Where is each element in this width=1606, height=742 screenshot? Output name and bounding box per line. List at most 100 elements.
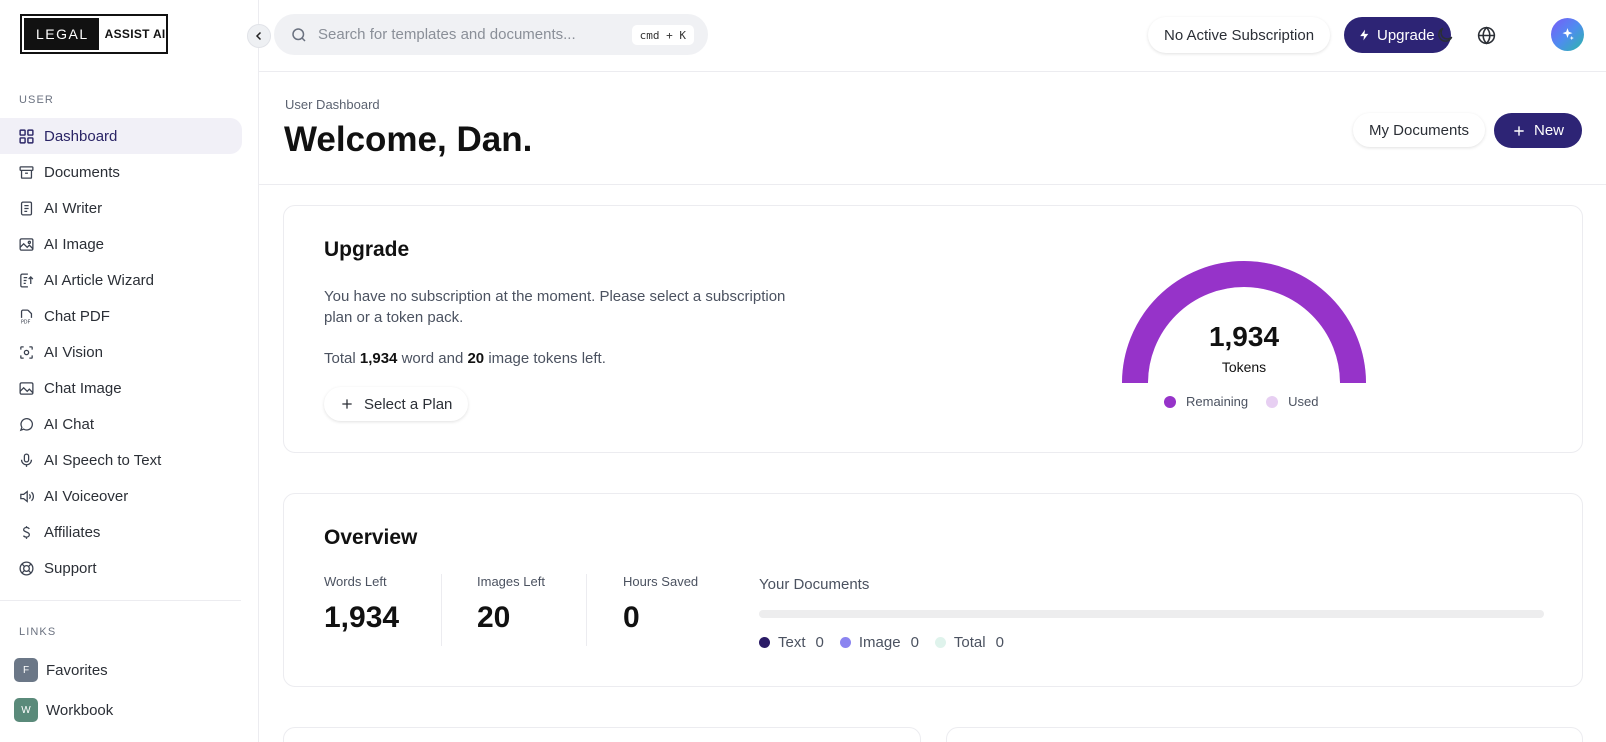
article-icon [20, 272, 34, 288]
sidebar-item-ai-speech-to-text[interactable]: AI Speech to Text [0, 442, 242, 478]
sidebar-item-documents[interactable]: Documents [0, 154, 242, 190]
legend-text-label: Text [778, 634, 806, 651]
stat-hours-saved: Hours Saved 0 [623, 574, 698, 635]
sidebar-item-label: AI Vision [44, 343, 103, 361]
sidebar-item-ai-image[interactable]: AI Image [0, 226, 242, 262]
legend-image-value: 0 [910, 634, 919, 651]
sidebar-item-label: AI Writer [44, 199, 103, 217]
stat-words-left: Words Left 1,934 [324, 574, 399, 635]
dollar-icon [22, 525, 30, 539]
sidebar-item-dashboard[interactable]: Dashboard [0, 118, 242, 154]
upgrade-description: You have no subscription at the moment. … [324, 288, 786, 326]
gauge-label: Tokens [1221, 359, 1267, 375]
sidebar: LEGAL ASSIST AI USER Dashboard Documents… [0, 0, 259, 742]
stat-label: Words Left [324, 574, 387, 589]
gauge-legend: Remaining Used [1164, 394, 1319, 409]
sidebar-item-chat-image[interactable]: Chat Image [0, 370, 242, 406]
bottom-card-left [283, 727, 921, 742]
new-button[interactable]: New [1494, 113, 1582, 148]
word-tokens-count: 1,934 [359, 350, 398, 367]
dark-mode-toggle[interactable] [1433, 23, 1457, 47]
legend-dot-text [759, 637, 770, 648]
pdf-icon: PDF [21, 308, 33, 325]
bottom-card-right [946, 727, 1583, 742]
stat-value: 20 [477, 601, 511, 634]
sidebar-item-label: AI Chat [44, 415, 95, 433]
language-button[interactable] [1474, 23, 1498, 47]
subscription-status-button[interactable]: No Active Subscription [1148, 17, 1331, 53]
chevron-left-icon [255, 31, 262, 41]
legend-text-value: 0 [815, 634, 824, 651]
legend-total-value: 0 [995, 634, 1004, 651]
legend-item-text: Text 0 [759, 634, 824, 651]
lightning-icon [1360, 29, 1369, 41]
topbar: Search for templates and documents... cm… [259, 0, 1606, 72]
tokens-middle: word and [401, 350, 464, 367]
microphone-icon [20, 452, 33, 467]
brand-logo-left: LEGAL [24, 18, 99, 50]
tokens-prefix: Total [324, 350, 356, 367]
your-documents-label: Your Documents [759, 576, 870, 593]
dashboard-icon [19, 128, 34, 144]
stat-label: Hours Saved [623, 574, 699, 589]
stat-divider [586, 574, 587, 646]
legend-remaining-label: Remaining [1186, 394, 1249, 409]
gauge-value: 1,934 [1208, 321, 1280, 352]
speaker-icon [20, 489, 34, 503]
sidebar-item-chat-pdf[interactable]: PDF Chat PDF [0, 298, 242, 334]
legend-used-label: Used [1288, 394, 1319, 409]
moon-icon [1438, 27, 1453, 42]
brand-logo[interactable]: LEGAL ASSIST AI [20, 14, 168, 54]
image-icon [19, 237, 34, 251]
legend-total-label: Total [953, 634, 986, 651]
select-plan-button[interactable]: Select a Plan [324, 387, 469, 421]
page-title: Welcome, Dan. [284, 120, 533, 159]
sidebar-nav: Dashboard Documents AI Writer AI Image A… [0, 118, 259, 586]
stat-images-left: Images Left 20 [477, 574, 545, 635]
documents-legend: Text 0 Image 0 Total 0 [759, 634, 1004, 651]
stat-value: 1,934 [324, 601, 400, 634]
sidebar-item-ai-writer[interactable]: AI Writer [0, 190, 242, 226]
sidebar-item-label: Chat Image [44, 379, 122, 397]
image-chat-icon [19, 381, 34, 395]
sidebar-link-workbook[interactable]: W Workbook [14, 698, 113, 722]
user-avatar[interactable] [1551, 18, 1584, 51]
search-input[interactable]: Search for templates and documents... cm… [274, 14, 708, 55]
sidebar-item-label: Dashboard [44, 127, 118, 145]
sidebar-item-ai-voiceover[interactable]: AI Voiceover [0, 478, 242, 514]
plus-icon [342, 399, 352, 409]
sidebar-item-ai-chat[interactable]: AI Chat [0, 406, 242, 442]
plus-icon [1514, 125, 1524, 136]
sidebar-item-label: AI Voiceover [44, 487, 129, 505]
sidebar-item-ai-vision[interactable]: AI Vision [0, 334, 242, 370]
breadcrumb[interactable]: User Dashboard [285, 97, 380, 112]
globe-icon [1477, 26, 1495, 44]
my-documents-button[interactable]: My Documents [1353, 113, 1486, 147]
user-section-label: USER [19, 94, 54, 106]
overview-title: Overview [324, 526, 418, 549]
documents-progress-bar [759, 610, 1544, 618]
sidebar-item-label: Chat PDF [44, 307, 110, 325]
search-icon [292, 27, 306, 42]
stat-label: Images Left [477, 574, 545, 589]
favorites-badge: F [14, 658, 38, 682]
sidebar-item-support[interactable]: Support [0, 550, 242, 586]
legend-dot-remaining [1164, 395, 1176, 408]
sidebar-link-favorites[interactable]: F Favorites [14, 658, 108, 682]
upgrade-card: Upgrade You have no subscription at the … [283, 205, 1583, 453]
legend-image-label: Image [858, 634, 901, 651]
select-plan-label: Select a Plan [364, 395, 453, 413]
sidebar-item-label: AI Article Wizard [44, 271, 155, 289]
overview-card: Overview Words Left 1,934 Images Left 20… [283, 493, 1583, 687]
sidebar-item-label: Affiliates [44, 523, 101, 541]
sidebar-item-affiliates[interactable]: Affiliates [0, 514, 242, 550]
legend-item-image: Image 0 [839, 634, 919, 651]
search-shortcut: cmd + K [631, 25, 694, 45]
sidebar-item-ai-article-wizard[interactable]: AI Article Wizard [0, 262, 242, 298]
stat-divider [441, 574, 442, 646]
collapse-sidebar-button[interactable] [247, 24, 271, 48]
legend-dot-image [839, 637, 851, 648]
sidebar-item-label: AI Image [44, 235, 105, 253]
tokens-suffix: image tokens left. [488, 350, 606, 367]
sparkle-icon [1562, 28, 1574, 41]
